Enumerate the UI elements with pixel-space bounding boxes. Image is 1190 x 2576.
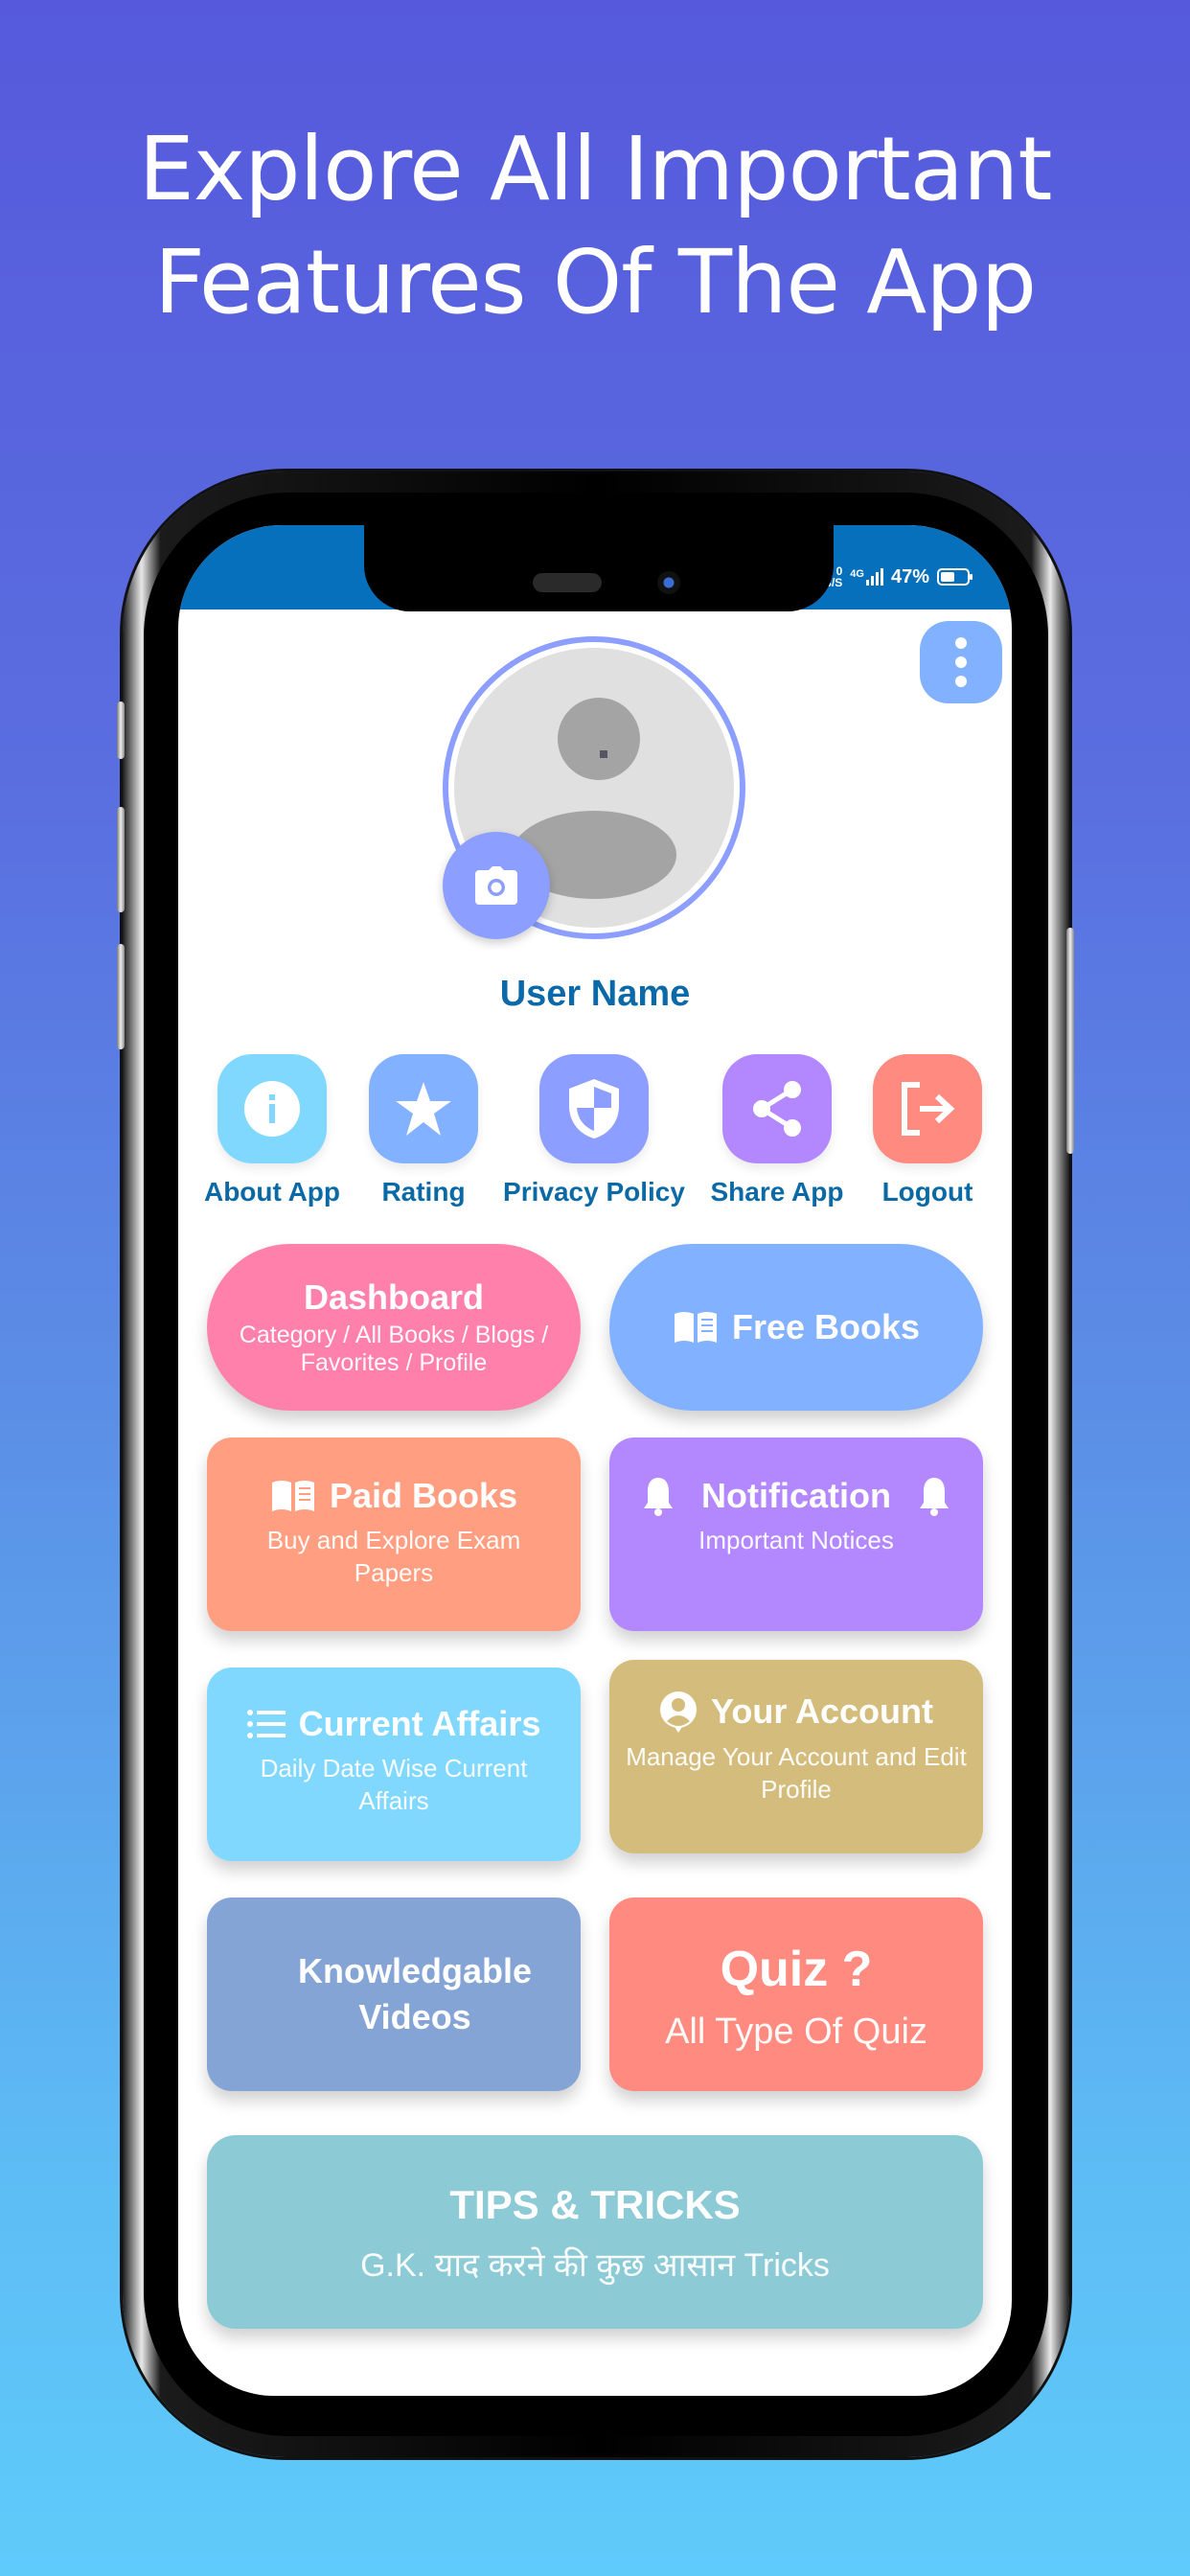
app-screen: 0 KB/S 4G 47% [178, 525, 1012, 2396]
quiz-subtitle: All Type Of Quiz [665, 2012, 927, 2052]
info-icon [244, 1081, 300, 1137]
your-account-title: Your Account [711, 1691, 933, 1731]
book-open-icon [271, 1481, 314, 1511]
dashboard-card[interactable]: Dashboard Category / All Books / Blogs /… [207, 1244, 581, 1411]
current-affairs-subtitle: Daily Date Wise Current Affairs [260, 1754, 528, 1815]
dashboard-subtitle: Category / All Books / Blogs / Favorites… [239, 1322, 549, 1376]
dashboard-title: Dashboard [303, 1277, 485, 1317]
free-books-card[interactable]: Free Books [609, 1244, 983, 1411]
promo-headline: Explore All Important Features Of The Ap… [0, 113, 1190, 339]
status-indicators: 0 KB/S 4G 47% [815, 565, 973, 588]
account-circle-icon [660, 1691, 697, 1733]
about-app-button[interactable]: About App [204, 1054, 340, 1208]
shield-icon [569, 1079, 619, 1138]
paid-books-card[interactable]: Paid Books Buy and Explore Exam Papers [207, 1438, 581, 1631]
tips-title: TIPS & TRICKS [449, 2182, 741, 2227]
free-books-title: Free Books [731, 1307, 921, 1346]
paid-books-title: Paid Books [329, 1476, 518, 1515]
phone-notch [364, 525, 834, 611]
your-account-subtitle: Manage Your Account and Edit Profile [626, 1742, 967, 1804]
notification-card[interactable]: Notification Important Notices [609, 1438, 983, 1631]
more-options-button[interactable] [920, 621, 1002, 703]
star-icon [396, 1082, 451, 1136]
tips-subtitle: G.K. याद करने की कुछ आसान Tricks [360, 2247, 830, 2284]
notification-subtitle: Important Notices [698, 1526, 894, 1554]
battery-icon [937, 568, 973, 586]
your-account-card[interactable]: Your Account Manage Your Account and Edi… [609, 1660, 983, 1853]
change-photo-button[interactable] [443, 832, 550, 939]
current-affairs-title: Current Affairs [298, 1704, 541, 1743]
front-camera [657, 571, 680, 594]
bell-icon [644, 1478, 673, 1516]
more-vertical-icon [955, 637, 967, 649]
rating-button[interactable]: Rating [366, 1054, 481, 1208]
phone-silent-switch [117, 702, 125, 759]
list-icon [246, 1710, 286, 1738]
videos-card[interactable]: Knowledgable Videos [207, 1898, 581, 2091]
phone-volume-down [117, 944, 125, 1049]
current-affairs-card[interactable]: Current Affairs Daily Date Wise Current … [207, 1668, 581, 1861]
logout-icon [902, 1082, 955, 1136]
videos-title: Knowledgable Videos [298, 1951, 533, 2036]
quick-actions: About App Rating Privacy Policy Share Ap… [178, 1054, 1012, 1227]
paid-books-subtitle: Buy and Explore Exam Papers [266, 1526, 521, 1587]
tips-tricks-card[interactable]: TIPS & TRICKS G.K. याद करने की कुछ आसान … [207, 2135, 983, 2329]
username: User Name [499, 974, 691, 1014]
speaker-grille [533, 573, 602, 592]
headline-line-1: Explore All Important [138, 118, 1053, 220]
bell-icon [919, 1478, 949, 1516]
quiz-title: Quiz ? [720, 1942, 873, 1997]
signal-icon: 4G [850, 568, 883, 586]
headline-line-2: Features Of The App [154, 231, 1037, 334]
share-icon [753, 1081, 801, 1137]
notification-title: Notification [701, 1476, 891, 1515]
battery-percent: 47% [890, 565, 929, 587]
share-app-button[interactable]: Share App [705, 1054, 849, 1208]
camera-icon [475, 866, 517, 905]
phone-volume-up [117, 807, 125, 912]
logout-button[interactable]: Logout [870, 1054, 985, 1208]
book-open-icon [674, 1312, 717, 1343]
privacy-policy-button[interactable]: Privacy Policy [503, 1054, 685, 1208]
quiz-card[interactable]: Quiz ? All Type Of Quiz [609, 1898, 983, 2091]
phone-power-button [1066, 928, 1074, 1154]
